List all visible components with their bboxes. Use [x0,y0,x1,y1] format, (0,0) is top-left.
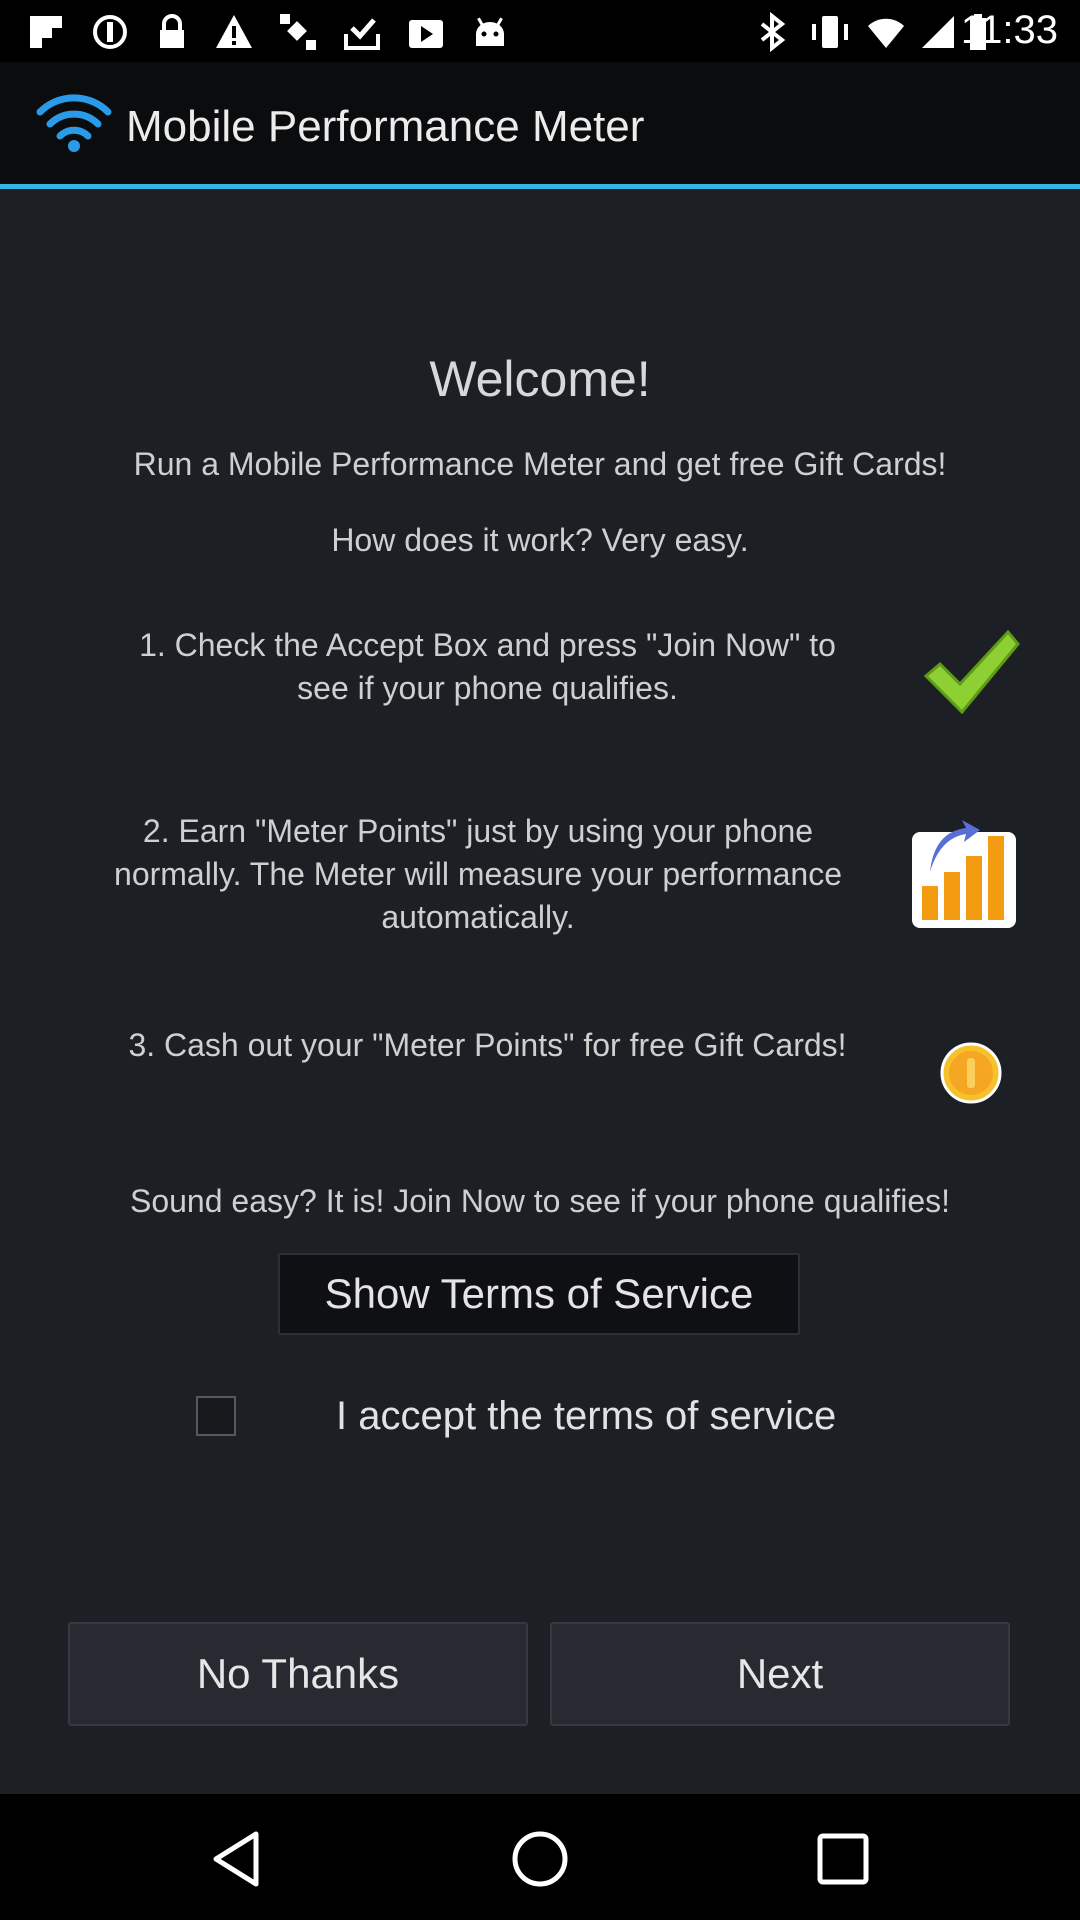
show-terms-button[interactable]: Show Terms of Service [278,1253,800,1335]
signal-icon [922,16,954,48]
checkmark-icon [923,629,1020,715]
back-icon[interactable] [202,1824,272,1894]
step-1-line-2: see if your phone qualifies. [297,670,678,706]
flipboard-icon [30,16,62,48]
welcome-heading: Welcome! [429,351,651,407]
intro-text: Run a Mobile Performance Meter and get f… [133,446,947,482]
how-it-works-text: How does it work? Very easy. [331,522,749,558]
vibrate-icon [812,16,848,48]
fake-gps-icon [280,14,316,50]
step-1-text: 1. Check the Accept Box and press "Join … [60,624,915,710]
app-title: Mobile Performance Meter [126,102,645,151]
navigation-bar [0,1794,1080,1920]
step-2-text: 2. Earn "Meter Points" just by using you… [40,810,916,939]
app-bar: Mobile Performance Meter [0,62,1080,184]
home-icon[interactable] [505,1824,575,1894]
status-time: 11:33 [960,8,1058,52]
sound-easy-text: Sound easy? It is! Join Now to see if yo… [129,1183,951,1219]
play-store-icon [409,20,443,48]
wifi-icon [868,18,904,48]
download-done-icon [344,18,380,50]
coin-icon [940,1042,1002,1104]
step-2-line-3: automatically. [381,899,575,935]
recents-icon[interactable] [808,1824,878,1894]
accept-terms-checkbox[interactable] [196,1396,236,1436]
step-2-line-1: 2. Earn "Meter Points" just by using you… [142,813,814,849]
status-bar: 11:33 [0,0,1080,62]
wifi-logo-icon [36,94,112,152]
do-not-disturb-icon [93,15,127,49]
accept-terms-row[interactable]: I accept the terms of service [0,1390,1080,1450]
step-3-line-1: 3. Cash out your "Meter Points" for free… [128,1027,847,1063]
step-2-line-2: normally. The Meter will measure your pe… [114,856,842,892]
step-3-text: 3. Cash out your "Meter Points" for free… [60,1024,915,1067]
warning-icon [216,15,252,48]
android-icon [476,17,504,46]
bluetooth-icon [760,12,786,52]
bar-chart-icon [912,820,1016,928]
app-bar-divider [0,184,1080,189]
accept-terms-label[interactable]: I accept the terms of service [336,1394,836,1439]
step-1-line-1: 1. Check the Accept Box and press "Join … [139,627,836,663]
next-button[interactable]: Next [550,1622,1010,1726]
no-thanks-button[interactable]: No Thanks [68,1622,528,1726]
lock-icon [160,14,184,48]
